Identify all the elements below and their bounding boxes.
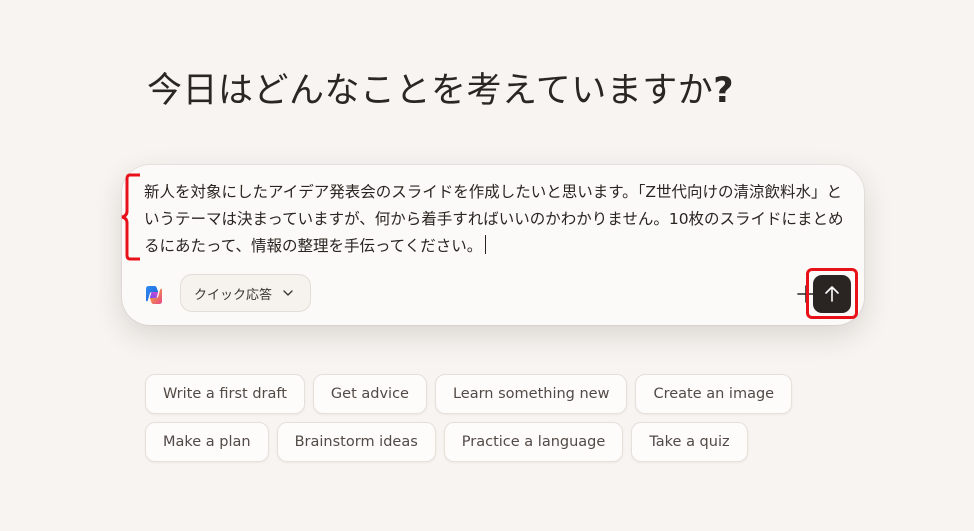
send-button[interactable] [813, 274, 851, 313]
chip-make-a-plan[interactable]: Make a plan [145, 422, 269, 462]
chip-take-a-quiz[interactable]: Take a quiz [631, 422, 748, 462]
chip-create-an-image[interactable]: Create an image [635, 374, 793, 414]
copilot-logo-icon [146, 286, 162, 304]
message-composer: 新人を対象にしたアイデア発表会のスライドを作成したいと思います。「Z世代向けの清… [122, 165, 864, 325]
page-heading: 今日はどんなことを考えていますか? [147, 62, 734, 113]
composer-toolbar: クイック応答 [142, 274, 842, 314]
arrow-up-icon [825, 285, 839, 302]
chip-learn-something-new[interactable]: Learn something new [434, 374, 628, 414]
suggestion-chips: Write a first draft Get advice Learn som… [145, 374, 845, 470]
send-button-highlight [806, 268, 858, 319]
suggestion-row-1: Write a first draft Get advice Learn som… [145, 374, 845, 414]
chip-write-a-first-draft[interactable]: Write a first draft [145, 374, 305, 414]
chevron-down-icon [283, 290, 293, 296]
response-mode-dropdown[interactable]: クイック応答 [180, 274, 312, 312]
text-caret [485, 235, 487, 254]
suggestion-row-2: Make a plan Brainstorm ideas Practice a … [145, 422, 845, 462]
highlight-bracket [121, 173, 140, 261]
heading-text: 今日はどんなことを考えていますか [147, 71, 714, 111]
prompt-input[interactable]: 新人を対象にしたアイデア発表会のスライドを作成したいと思います。「Z世代向けの清… [144, 179, 844, 260]
chip-brainstorm-ideas[interactable]: Brainstorm ideas [276, 422, 436, 462]
chip-get-advice[interactable]: Get advice [312, 374, 427, 414]
response-mode-label: クイック応答 [194, 287, 273, 303]
prompt-text: 新人を対象にしたアイデア発表会のスライドを作成したいと思います。「Z世代向けの清… [144, 183, 844, 255]
heading-question-mark: ? [713, 71, 735, 111]
chip-practice-a-language[interactable]: Practice a language [443, 422, 624, 462]
